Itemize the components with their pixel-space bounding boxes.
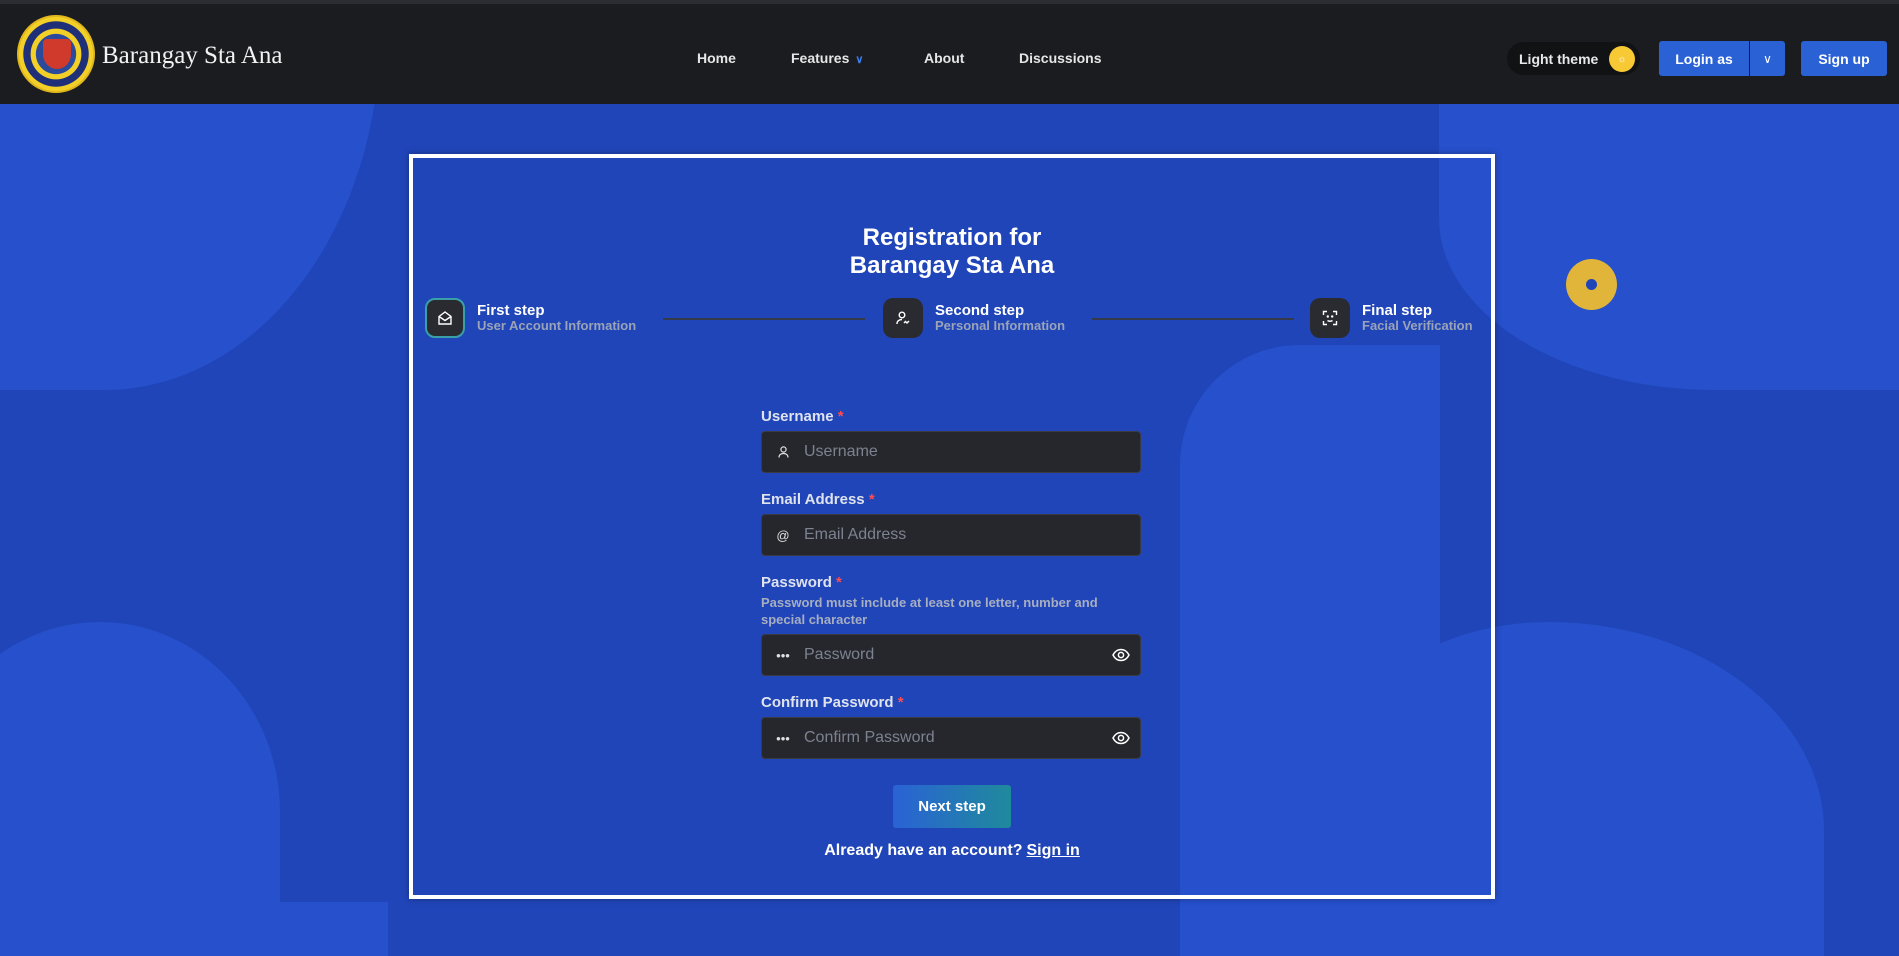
password-label: Password *	[761, 574, 1141, 591]
password-dots-icon: •••	[776, 730, 790, 746]
email-field: @	[761, 514, 1141, 556]
required-marker: *	[837, 408, 844, 425]
chevron-down-icon: ∨	[1763, 51, 1772, 66]
at-sign-icon: @	[776, 527, 790, 543]
page-title: Registration for Barangay Sta Ana	[413, 224, 1491, 280]
have-account-text: Already have an account?	[824, 842, 1023, 859]
login-as-dropdown-toggle[interactable]: ∨	[1750, 41, 1785, 76]
top-navbar: Barangay Sta Ana Home Features ∨ About Di…	[0, 0, 1899, 104]
stepper-step-2: Second step Personal Information	[883, 298, 1065, 338]
required-marker: *	[868, 491, 875, 508]
step-subtitle: Personal Information	[935, 318, 1066, 333]
title-line-1: Registration for	[862, 224, 1042, 251]
dot-icon	[1586, 279, 1597, 290]
title-line-2: Barangay Sta Ana	[849, 252, 1055, 279]
username-group: Username *	[761, 408, 1141, 473]
confirm-password-group: Confirm Password * •••	[761, 694, 1141, 759]
bg-shape	[1439, 104, 1899, 390]
registration-card: Registration for Barangay Sta Ana First …	[409, 154, 1495, 899]
stepper-step-3: Final step Facial Verification	[1310, 298, 1473, 338]
step-title: Final step	[1362, 302, 1433, 319]
nav-discussions-link[interactable]: Discussions	[1019, 50, 1101, 66]
email-label: Email Address *	[761, 491, 1141, 508]
label-text: Confirm Password	[761, 694, 894, 711]
user-icon	[774, 432, 792, 472]
password-field: •••	[761, 634, 1141, 676]
password-input[interactable]	[804, 635, 1094, 675]
login-as-button[interactable]: Login as	[1659, 41, 1749, 76]
brand-name[interactable]: Barangay Sta Ana	[102, 42, 283, 70]
step-title: First step	[477, 302, 545, 319]
registration-form: Username * Email Address * @ Password * …	[761, 408, 1141, 777]
bg-shape	[0, 902, 388, 956]
floating-action-button[interactable]	[1566, 259, 1617, 310]
nav-features-label: Features	[791, 50, 850, 66]
signup-button[interactable]: Sign up	[1801, 41, 1887, 76]
barangay-seal-logo[interactable]	[17, 15, 95, 93]
nav-about-link[interactable]: About	[924, 50, 964, 66]
step-subtitle: Facial Verification	[1362, 318, 1473, 333]
password-dots-icon: •••	[776, 647, 790, 663]
username-input[interactable]	[804, 432, 1094, 472]
stepper-connector	[1092, 318, 1294, 320]
label-text: Email Address	[761, 491, 865, 508]
nav-features-dropdown[interactable]: Features ∨	[791, 50, 863, 66]
required-marker: *	[897, 694, 904, 711]
sun-icon: ☼	[1609, 46, 1635, 72]
nav-home-link[interactable]: Home	[697, 50, 736, 66]
username-label: Username *	[761, 408, 1141, 425]
theme-toggle-label: Light theme	[1519, 50, 1599, 67]
label-text: Username	[761, 408, 834, 425]
confirm-password-label: Confirm Password *	[761, 694, 1141, 711]
next-step-button[interactable]: Next step	[893, 785, 1011, 828]
envelope-open-icon	[425, 298, 465, 338]
chevron-down-icon: ∨	[855, 54, 864, 66]
confirm-password-field: •••	[761, 717, 1141, 759]
label-text: Password	[761, 574, 832, 591]
password-hint: Password must include at least one lette…	[761, 595, 1098, 627]
step-title: Second step	[935, 302, 1025, 319]
face-scan-icon	[1310, 298, 1350, 338]
email-group: Email Address * @	[761, 491, 1141, 556]
confirm-password-input[interactable]	[804, 718, 1094, 758]
signin-link[interactable]: Sign in	[1026, 842, 1079, 859]
user-sign-icon	[883, 298, 923, 338]
step-subtitle: User Account Information	[477, 318, 637, 333]
signin-prompt: Already have an account? Sign in	[413, 842, 1491, 860]
required-marker: *	[836, 574, 842, 591]
stepper-step-1: First step User Account Information	[425, 298, 636, 338]
eye-icon[interactable]	[1112, 729, 1130, 747]
stepper-connector	[663, 318, 865, 320]
theme-toggle[interactable]: Light theme ☼	[1507, 42, 1640, 75]
eye-icon[interactable]	[1112, 646, 1130, 664]
password-group: Password * Password must include at leas…	[761, 574, 1141, 676]
email-input[interactable]	[804, 515, 1094, 555]
username-field	[761, 431, 1141, 473]
